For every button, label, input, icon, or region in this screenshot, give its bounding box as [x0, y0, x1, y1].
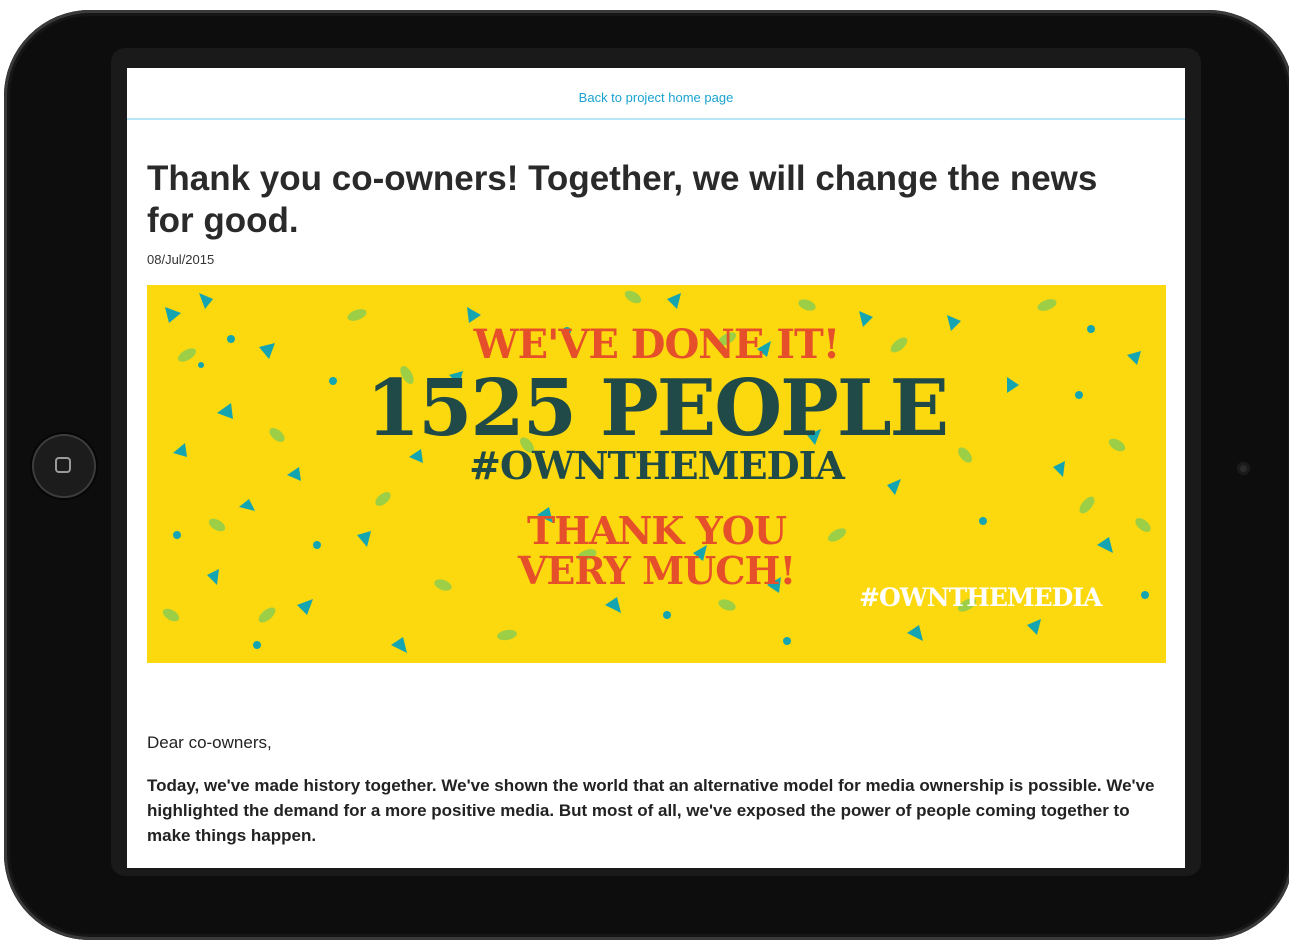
home-button[interactable] — [32, 434, 96, 498]
banner-corner-tag: #OWNTHEMEDIA — [859, 583, 1102, 612]
page-title: Thank you co-owners! Together, we will c… — [147, 159, 1098, 240]
top-bar: Back to project home page — [127, 68, 1185, 120]
banner-hashtag: #OWNTHEMEDIA — [469, 443, 845, 488]
banner-headline: WE'VE DONE IT! — [473, 321, 841, 368]
back-to-project-link[interactable]: Back to project home page — [579, 90, 734, 105]
letter-greeting: Dear co-owners, — [147, 733, 272, 752]
camera-dot-icon — [1237, 462, 1250, 475]
home-square-icon — [55, 457, 71, 473]
banner-thanks: THANK YOU VERY MUCH! — [147, 511, 1166, 591]
banner-people-count: 1525 PEOPLE — [365, 363, 949, 454]
banner-thanks-line1: THANK YOU — [526, 508, 787, 553]
tablet-screen: Back to project home page Thank you co-o… — [127, 68, 1185, 868]
celebration-banner-image: WE'VE DONE IT! 1525 PEOPLE #OWNTHEMEDIA … — [147, 285, 1166, 663]
letter-paragraph: Today, we've made history together. We'v… — [147, 776, 1155, 845]
article-content: Thank you co-owners! Together, we will c… — [127, 158, 1185, 848]
post-date: 08/Jul/2015 — [147, 252, 215, 267]
